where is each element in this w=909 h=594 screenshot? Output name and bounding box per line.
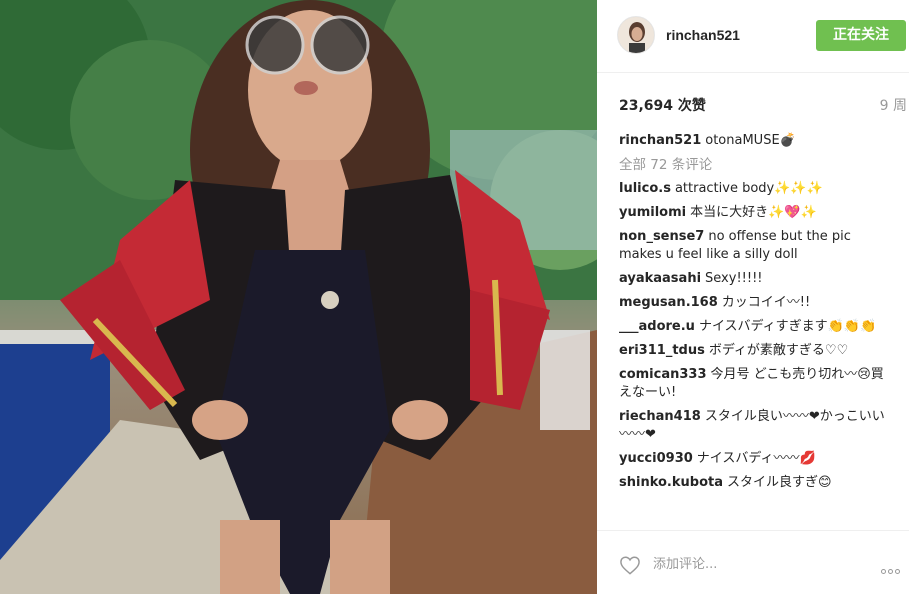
comment-user[interactable]: megusan.168 bbox=[619, 295, 718, 310]
comment-text: スタイル良すぎ😊 bbox=[727, 475, 832, 490]
username-link[interactable]: rinchan521 bbox=[666, 27, 740, 43]
post-header: rinchan521 正在关注 bbox=[597, 0, 909, 73]
comment-item: shinko.kubota スタイル良すぎ😊 bbox=[619, 474, 887, 492]
comment-text: otonaMUSE💣 bbox=[705, 133, 796, 148]
comment-item: megusan.168 カッコイイ〰!! bbox=[619, 294, 887, 312]
comment-item: non_sense7 no offense but the pic makes u… bbox=[619, 228, 887, 264]
add-comment-input[interactable] bbox=[653, 553, 853, 575]
comment-user[interactable]: lulico.s bbox=[619, 181, 671, 196]
comment-text: attractive body✨✨✨ bbox=[674, 181, 823, 196]
more-options-icon[interactable] bbox=[881, 561, 907, 574]
likes-count[interactable]: 23,694 次赞 bbox=[619, 95, 706, 115]
avatar[interactable] bbox=[617, 16, 655, 54]
comment-text: カッコイイ〰!! bbox=[721, 295, 811, 310]
comment-item: lulico.s attractive body✨✨✨ bbox=[619, 180, 887, 198]
post-photo[interactable] bbox=[0, 0, 597, 594]
comment-user[interactable]: eri311_tdus bbox=[619, 343, 705, 358]
post-footer bbox=[597, 530, 909, 594]
comment-item: yucci0930 ナイスバディ〰〰💋 bbox=[619, 450, 887, 468]
caption: rinchan521 otonaMUSE💣 bbox=[619, 132, 887, 150]
comment-item: comican333 今月号 どこも売り切れ〰😢買えなーい! bbox=[619, 366, 887, 402]
comment-user[interactable]: shinko.kubota bbox=[619, 475, 723, 490]
post-sidebar: rinchan521 正在关注 23,694 次赞 9 周 rinchan521… bbox=[597, 0, 909, 594]
photo-illustration bbox=[0, 0, 597, 594]
comment-text: Sexy!!!!! bbox=[705, 271, 763, 286]
comment-user[interactable]: rinchan521 bbox=[619, 133, 701, 148]
comment-user[interactable]: riechan418 bbox=[619, 409, 701, 424]
comment-user[interactable]: ayakaasahi bbox=[619, 271, 701, 286]
comment-text: ボディが素敵すぎる♡♡ bbox=[708, 343, 849, 358]
post-time[interactable]: 9 周 bbox=[880, 95, 907, 115]
comment-user[interactable]: non_sense7 bbox=[619, 229, 704, 244]
comment-text: ナイスバディすぎます👏​👏👏 bbox=[698, 319, 877, 334]
comment-user[interactable]: ___adore.u bbox=[619, 319, 695, 334]
heart-icon[interactable] bbox=[619, 555, 641, 575]
comment-text: ナイスバディ〰〰💋 bbox=[696, 451, 816, 466]
comment-item: ayakaasahi Sexy!!!!! bbox=[619, 270, 887, 288]
comment-item: riechan418 スタイル良い〰〰❤かっこいい〰〰❤ bbox=[619, 408, 887, 444]
comment-user[interactable]: yumilomi bbox=[619, 205, 686, 220]
comment-text: 本当に大好き✨💖✨ bbox=[690, 205, 817, 220]
view-all-comments-link[interactable]: 全部 72 条评论 bbox=[619, 156, 887, 174]
comment-item: yumilomi 本当に大好き✨💖✨ bbox=[619, 204, 887, 222]
post-stats: 23,694 次赞 9 周 bbox=[597, 92, 909, 114]
comment-user[interactable]: yucci0930 bbox=[619, 451, 693, 466]
following-button[interactable]: 正在关注 bbox=[816, 20, 906, 51]
comments-list: rinchan521 otonaMUSE💣 全部 72 条评论 lulico.s a… bbox=[619, 132, 887, 498]
comment-item: eri311_tdus ボディが素敵すぎる♡♡ bbox=[619, 342, 887, 360]
comment-item: ___adore.u ナイスバディすぎます👏​👏👏 bbox=[619, 318, 887, 336]
comment-user[interactable]: comican333 bbox=[619, 367, 707, 382]
